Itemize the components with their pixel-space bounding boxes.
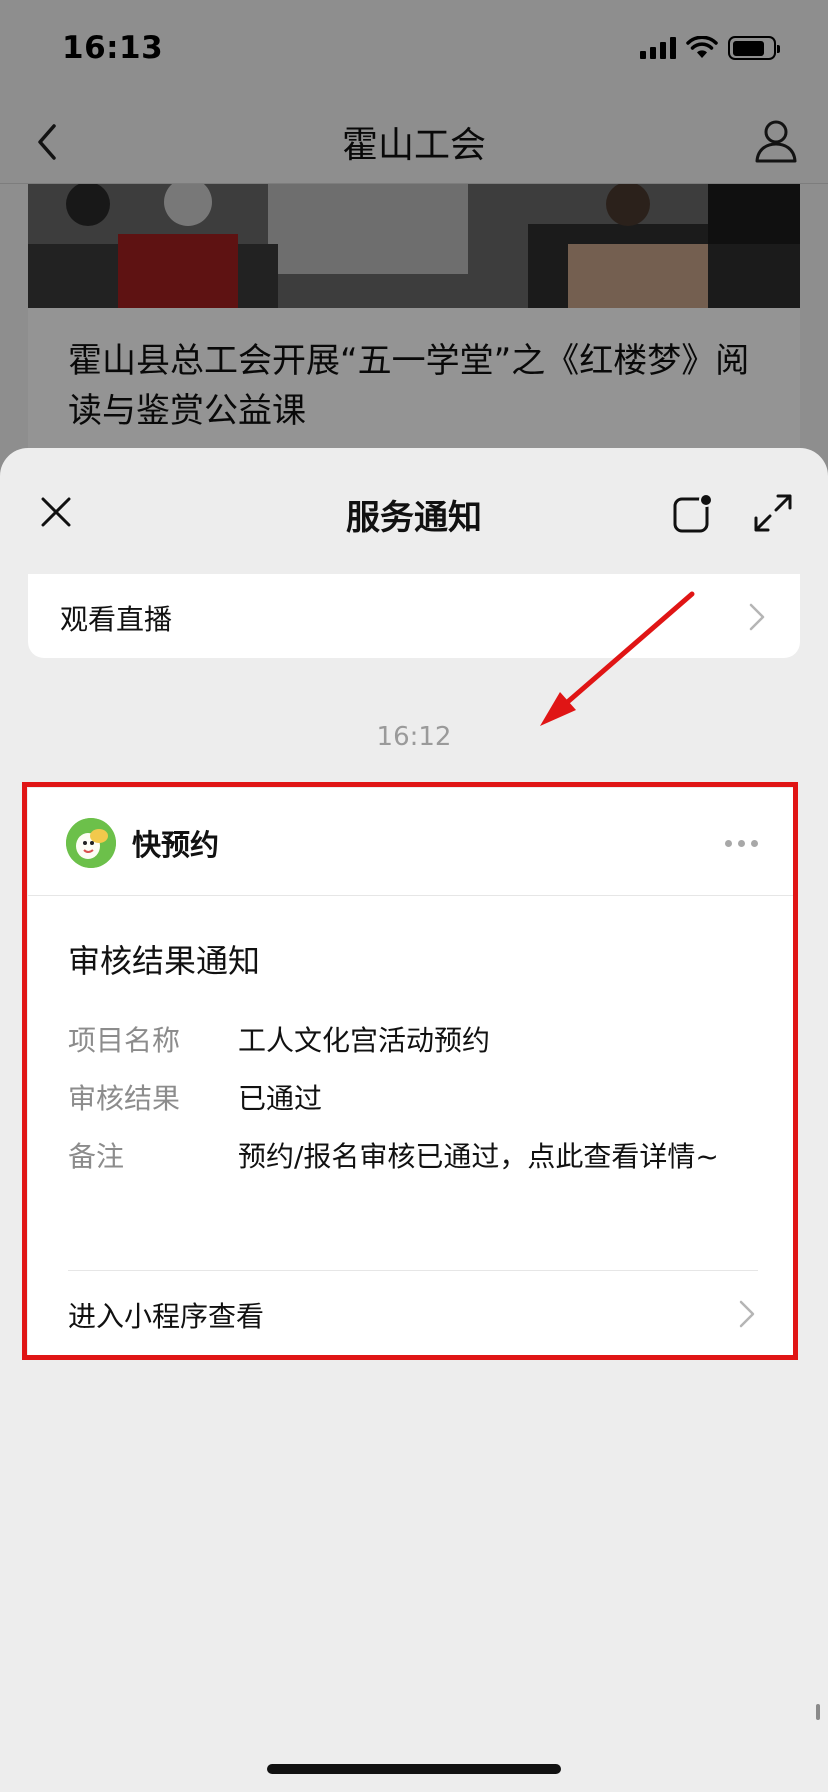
floating-window-icon[interactable] [672, 492, 714, 534]
sheet-header: 服务通知 [0, 448, 828, 574]
message-timestamp: 16:12 [376, 722, 452, 752]
watch-live-label: 观看直播 [60, 603, 173, 636]
red-highlight-box [22, 782, 798, 1360]
expand-icon[interactable] [752, 492, 794, 534]
watch-live-card[interactable]: 观看直播 [28, 574, 800, 658]
service-notice-sheet: 服务通知 观看直播 16:12 快预约 审核结果通知 项目名称 工人文化宫活动预… [0, 448, 828, 1792]
scrollbar[interactable] [816, 1704, 820, 1720]
chevron-right-icon [749, 603, 765, 631]
home-indicator[interactable] [267, 1764, 561, 1774]
